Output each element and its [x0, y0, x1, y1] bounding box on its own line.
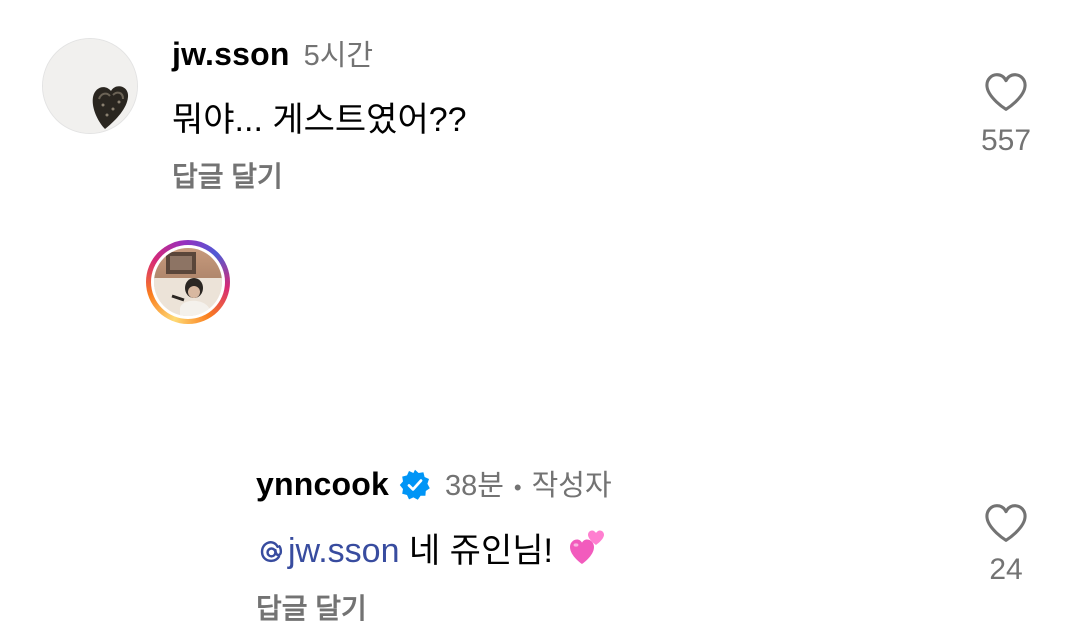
username[interactable]: ynncook [256, 466, 389, 503]
separator-dot: • [513, 475, 522, 500]
username[interactable]: jw.sson [172, 36, 290, 73]
mention-link[interactable]: jw.sson [256, 532, 400, 570]
comment-body: 네 쥬인님! [408, 532, 553, 570]
reply-button[interactable]: 답글 달기 [172, 155, 283, 195]
comment-text: 뭐야... 게스트였어?? [172, 101, 467, 139]
timestamp: 5시간 [303, 40, 374, 72]
like-count: 24 [989, 553, 1023, 586]
reply-comment-item: ynncook 38분 • 작성자 jw.sson 네 쥬인님! 답글 달기 2… [0, 215, 1080, 624]
comment-header: ynncook 38분 • 작성자 [256, 462, 612, 504]
heart-outline-icon[interactable] [984, 503, 1028, 543]
comment-item: jw.sson 5시간 뭐야... 게스트였어?? 답글 달기 557 [0, 0, 1080, 215]
reply-button[interactable]: 답글 달기 [256, 587, 367, 627]
timestamp: 38분 [444, 470, 504, 502]
heart-outline-icon[interactable] [984, 72, 1028, 112]
like-count: 557 [980, 124, 1032, 157]
author-badge: 작성자 [531, 470, 612, 502]
like-button[interactable]: 557 [966, 72, 1046, 158]
avatar-story-ring[interactable] [146, 240, 230, 324]
two-hearts-emoji-icon [570, 530, 605, 564]
like-button[interactable]: 24 [966, 503, 1046, 587]
avatar-image [154, 252, 222, 316]
threads-at-icon [260, 541, 283, 563]
avatar-image [43, 39, 137, 133]
comment-header: jw.sson 5시간 [172, 32, 373, 74]
avatar [154, 248, 222, 316]
comment-text: jw.sson 네 쥬인님! [256, 523, 608, 572]
avatar[interactable] [42, 38, 138, 134]
mention-username: jw.sson [288, 532, 400, 570]
verified-badge-icon [399, 469, 430, 500]
